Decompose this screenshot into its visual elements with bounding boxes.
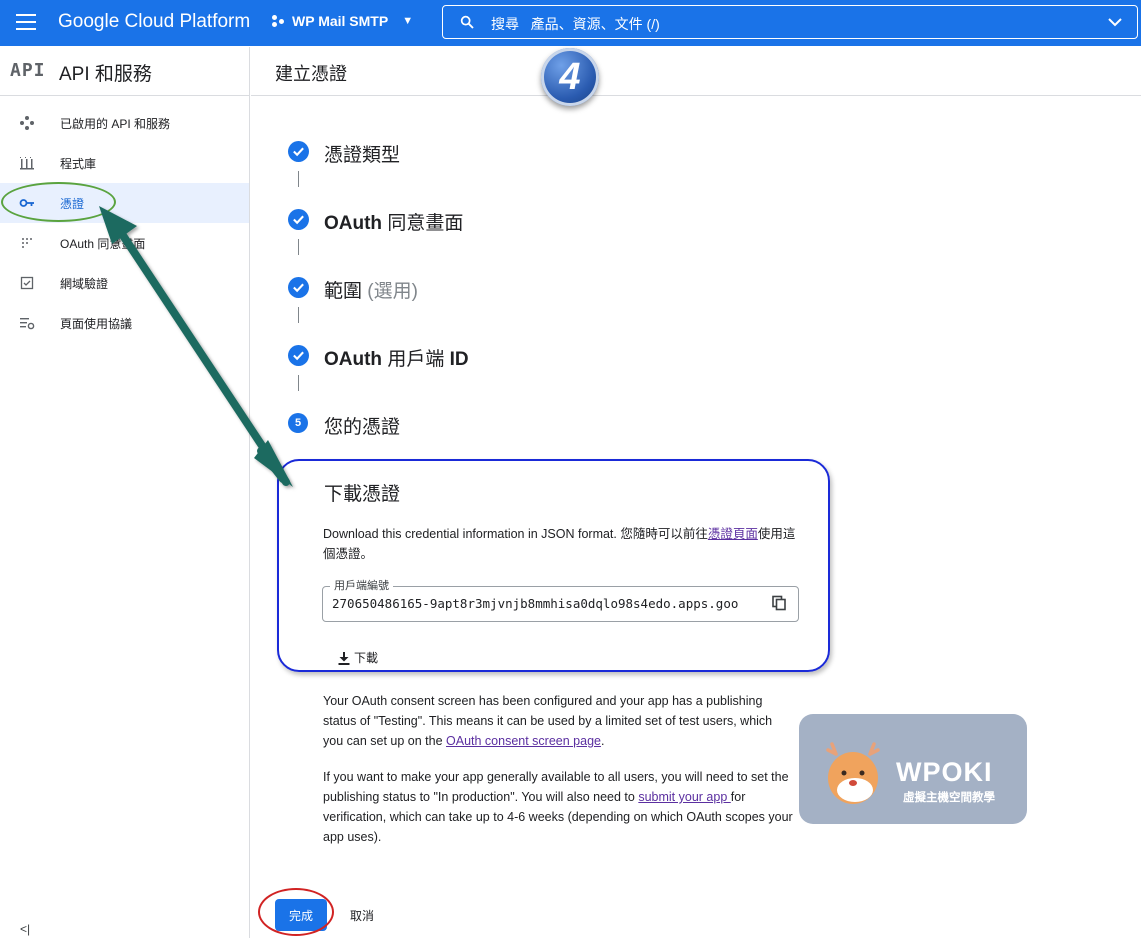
sidebar-item-label: OAuth 同意畫面: [60, 237, 146, 251]
api-services-header: API API 和服務: [0, 47, 249, 96]
testing-status-paragraph: Your OAuth consent screen has been confi…: [323, 694, 773, 748]
download-label: 下載: [354, 651, 379, 665]
step-your-credentials[interactable]: 5 您的憑證: [288, 413, 400, 438]
search-placeholder: 搜尋 產品、資源、文件 (/): [491, 16, 660, 32]
check-circle-icon: [288, 209, 309, 230]
card-description: Download this credential information in …: [323, 527, 796, 561]
collapse-sidebar-button[interactable]: <|: [20, 922, 30, 936]
search-icon: [460, 15, 474, 29]
step-label: OAuth 用戶端 ID: [324, 349, 469, 370]
annotation-circle-green: [1, 182, 116, 222]
menu-icon[interactable]: [16, 14, 36, 30]
annotation-step-badge: 4: [541, 48, 599, 106]
sidebar-item-domain-verification[interactable]: 網域驗證: [0, 263, 249, 303]
client-id-label: 用戶端編號: [330, 577, 393, 593]
project-selector[interactable]: WP Mail SMTP ▼: [272, 13, 413, 29]
sidebar-item-page-usage-agreement[interactable]: 頁面使用協議: [0, 303, 249, 343]
settings-list-icon: [19, 315, 35, 331]
step-scopes[interactable]: 範圍 (選用): [288, 277, 418, 302]
sidebar-item-enabled-apis[interactable]: 已啟用的 API 和服務: [0, 103, 249, 143]
check-circle-icon: [288, 141, 309, 162]
sidebar-item-label: 頁面使用協議: [60, 317, 133, 331]
top-app-bar: Google Cloud Platform WP Mail SMTP ▼ 搜尋 …: [0, 0, 1141, 46]
step-label: 您的憑證: [324, 417, 401, 438]
step-label: 憑證類型: [324, 145, 401, 166]
product-brand[interactable]: Google Cloud Platform: [58, 11, 250, 33]
credentials-page-link[interactable]: 憑證頁面: [708, 527, 758, 541]
deer-logo-icon: [826, 742, 880, 804]
step-connector: [298, 239, 299, 255]
step-connector: [298, 171, 299, 187]
page-header: 建立憑證: [251, 47, 1141, 96]
sidebar-item-oauth-consent[interactable]: OAuth 同意畫面: [0, 223, 249, 263]
sidebar-item-label: 程式庫: [60, 157, 97, 171]
oauth-consent-screen-link[interactable]: OAuth consent screen page: [446, 734, 601, 748]
dashboard-icon: [19, 115, 35, 131]
sidebar-item-library[interactable]: 程式庫: [0, 143, 249, 183]
download-icon: [338, 651, 350, 665]
project-name: WP Mail SMTP: [292, 13, 389, 29]
watermark-name: WPOKI: [896, 757, 993, 787]
submit-your-app-link[interactable]: submit your app: [638, 790, 730, 804]
search-bar[interactable]: 搜尋 產品、資源、文件 (/): [442, 5, 1138, 39]
copy-icon[interactable]: [771, 595, 787, 611]
api-services-title: API 和服務: [59, 64, 152, 85]
page-title: 建立憑證: [275, 64, 347, 84]
download-button[interactable]: 下載: [336, 649, 378, 666]
sidebar-item-label: 網域驗證: [60, 277, 109, 291]
step-number: 5: [288, 413, 308, 433]
production-status-paragraph: If you want to make your app generally a…: [323, 770, 793, 844]
api-logo: API: [10, 60, 46, 81]
step-oauth-client-id[interactable]: OAuth 用戶端 ID: [288, 345, 469, 370]
step-oauth-consent[interactable]: OAuth 同意畫面: [288, 209, 463, 234]
step-connector: [298, 307, 299, 323]
library-icon: [19, 155, 35, 171]
check-circle-icon: [288, 277, 309, 298]
annotation-circle-red: [258, 888, 334, 936]
step-connector: [298, 375, 299, 391]
step-label: OAuth 同意畫面: [324, 213, 464, 234]
checkbox-icon: [19, 275, 35, 291]
client-id-value[interactable]: 270650486165-9apt8r3mjvnjb8mmhisa0dqlo98…: [332, 596, 738, 611]
project-icon: [272, 14, 286, 28]
watermark-subtitle: 虛擬主機空間教學: [903, 792, 995, 804]
cancel-button[interactable]: 取消: [342, 899, 382, 931]
consent-icon: [19, 235, 35, 251]
step-label: 範圍 (選用): [324, 281, 418, 302]
dropdown-caret-icon: ▼: [402, 15, 414, 27]
card-title: 下載憑證: [324, 484, 401, 505]
check-circle-icon: [288, 345, 309, 366]
step-credential-type[interactable]: 憑證類型: [288, 141, 400, 166]
sidebar-item-label: 已啟用的 API 和服務: [60, 117, 171, 131]
chevron-down-icon[interactable]: [1107, 15, 1123, 29]
